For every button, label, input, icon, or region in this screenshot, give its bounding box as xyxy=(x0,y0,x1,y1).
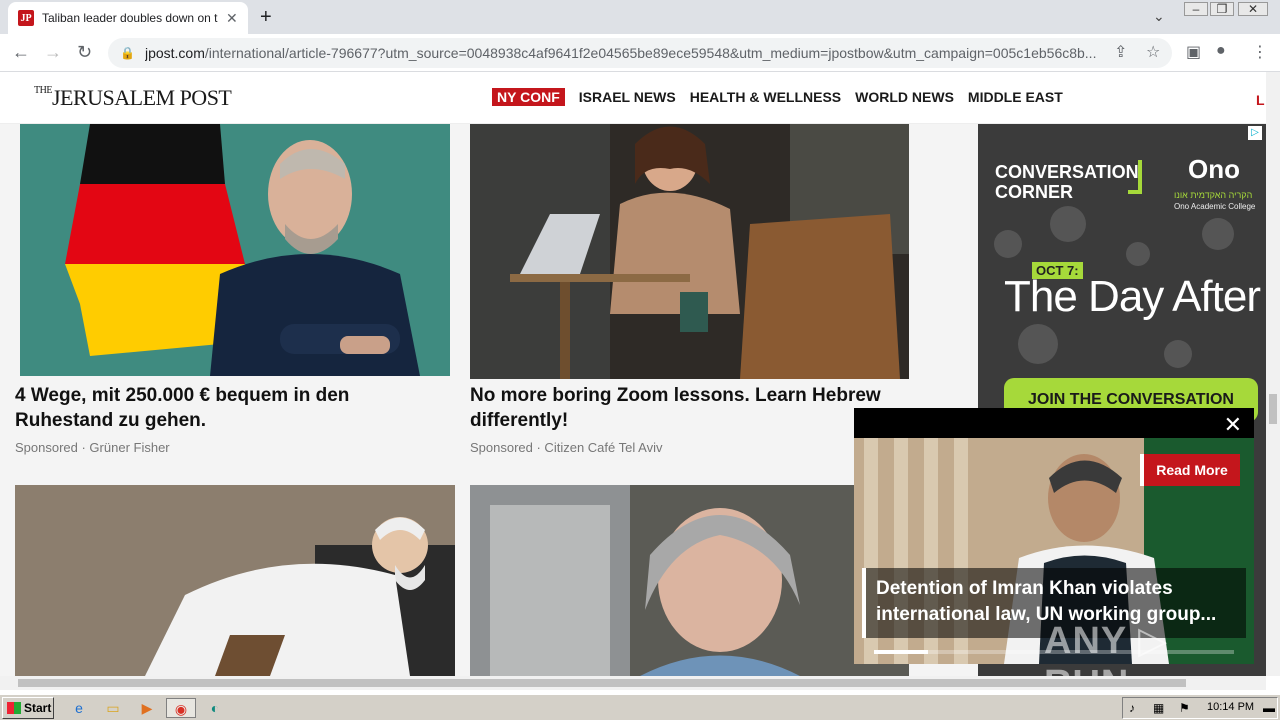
network-icon[interactable]: ▦ xyxy=(1153,701,1164,715)
horizontal-scrollbar[interactable] xyxy=(0,676,1266,690)
url-path: /international/article-796677?utm_source… xyxy=(204,45,1097,61)
new-tab-button[interactable]: + xyxy=(260,6,272,29)
nav-item-ny-conf[interactable]: NY CONF xyxy=(492,88,565,106)
main-nav: NY CONF ISRAEL NEWS HEALTH & WELLNESS WO… xyxy=(492,88,1063,106)
old-woman-illustration xyxy=(470,485,909,676)
close-window-icon[interactable]: ✕ xyxy=(1238,2,1268,16)
vertical-scrollbar-thumb[interactable] xyxy=(1269,394,1277,424)
ad-conv-line2: CORNER xyxy=(995,182,1074,202)
video-progress-fill xyxy=(874,650,928,654)
ono-hebrew-subtitle: הקריה האקדמית אונו xyxy=(1174,190,1253,200)
chrome-taskbar-icon[interactable]: ◉ xyxy=(166,698,196,718)
edge-icon[interactable]: ◐ xyxy=(204,698,226,718)
vertical-scrollbar[interactable] xyxy=(1266,72,1280,676)
share-icon[interactable]: ⇪ xyxy=(1114,42,1127,62)
card-meta-2[interactable]: Sponsored · Citizen Café Tel Aviv xyxy=(470,440,662,455)
anyrun-watermark: ANY ▷ RUN xyxy=(1044,620,1169,705)
floating-video-player[interactable]: ✕ Read More Detention of Imran Khan viol… xyxy=(854,408,1254,705)
woman-laptop-illustration xyxy=(470,124,909,379)
old-man-illustration xyxy=(15,485,455,676)
start-button[interactable]: Start xyxy=(2,697,54,719)
video-close-icon[interactable]: ✕ xyxy=(1224,412,1242,438)
nav-item-health-wellness[interactable]: HEALTH & WELLNESS xyxy=(690,89,841,105)
nav-item-israel-news[interactable]: ISRAEL NEWS xyxy=(579,89,676,105)
windows-logo-icon xyxy=(7,702,21,714)
ono-logo: Ono xyxy=(1188,154,1240,184)
site-logo[interactable]: THEJERUSALEM POST xyxy=(34,85,232,111)
nav-item-partial[interactable]: L xyxy=(1256,92,1265,108)
flag-notification-icon[interactable]: ⚑ xyxy=(1179,701,1190,715)
browser-tab-bar: JP Taliban leader doubles down on treat … xyxy=(0,0,1280,34)
forward-icon[interactable]: → xyxy=(44,42,62,63)
minimize-window-icon[interactable]: – xyxy=(1184,2,1208,16)
ad-conv-line1: CONVERSATION xyxy=(995,162,1139,182)
ad-headline: The Day After xyxy=(1004,272,1261,321)
logo-name: JERUSALEM POST xyxy=(51,85,232,110)
address-bar[interactable]: 🔒 jpost.com/international/article-796677… xyxy=(108,38,1172,68)
germany-map-illustration xyxy=(20,124,450,376)
ad-conversation-corner-text: CONVERSATION CORNER xyxy=(995,162,1139,202)
browser-toolbar: ← → ↻ 🔒 jpost.com/international/article-… xyxy=(0,34,1280,72)
profile-icon[interactable]: ● xyxy=(1216,42,1226,60)
jpost-favicon-icon: JP xyxy=(18,10,34,26)
start-label: Start xyxy=(24,701,52,715)
card-image-germany[interactable] xyxy=(20,124,450,376)
site-header: THEJERUSALEM POST NY CONF ISRAEL NEWS HE… xyxy=(0,72,1266,124)
tab-title: Taliban leader doubles down on treat xyxy=(42,11,218,25)
logo-the: THE xyxy=(34,85,52,96)
horizontal-scrollbar-thumb[interactable] xyxy=(18,679,1186,687)
card-image-hebrew[interactable] xyxy=(470,124,909,379)
back-icon[interactable]: ← xyxy=(12,42,30,63)
card-image-old-man[interactable] xyxy=(15,485,455,676)
file-explorer-icon[interactable]: ▭ xyxy=(102,698,124,718)
url-text[interactable]: jpost.com/international/article-796677?u… xyxy=(145,45,1105,61)
card-meta-1[interactable]: Sponsored · Grüner Fisher xyxy=(15,440,170,455)
url-host: jpost.com xyxy=(144,45,205,61)
show-desktop-icon[interactable]: ▬ xyxy=(1263,701,1275,715)
browser-tab[interactable]: JP Taliban leader doubles down on treat … xyxy=(8,2,248,34)
menu-icon[interactable]: ⋮ xyxy=(1252,42,1268,62)
windows-taskbar: Start e ▭ ▶ ◉ ◐ ♪ ▦ ⚑ 10:14 PM ▬ xyxy=(0,694,1280,720)
lock-icon[interactable]: 🔒 xyxy=(120,46,135,60)
read-more-button[interactable]: Read More xyxy=(1140,454,1240,486)
tab-search-chevron-icon[interactable]: ⌄ xyxy=(1153,8,1165,25)
volume-icon[interactable]: ♪ xyxy=(1129,701,1135,715)
reload-icon[interactable]: ↻ xyxy=(77,42,92,63)
card-title-2[interactable]: No more boring Zoom lessons. Learn Hebre… xyxy=(470,383,909,433)
tab-close-icon[interactable]: ✕ xyxy=(226,10,238,27)
star-icon[interactable]: ☆ xyxy=(1146,42,1160,62)
card-title-1[interactable]: 4 Wege, mit 250.000 € bequem in den Ruhe… xyxy=(15,383,445,433)
internet-explorer-icon[interactable]: e xyxy=(68,698,90,718)
ad-corner-bracket xyxy=(1128,160,1142,194)
nav-item-world-news[interactable]: WORLD NEWS xyxy=(855,89,954,105)
ad-info-icon[interactable]: ▷ xyxy=(1248,126,1262,140)
sidebar-icon[interactable]: ▣ xyxy=(1186,42,1201,62)
nav-item-middle-east[interactable]: MIDDLE EAST xyxy=(968,89,1063,105)
ono-english-subtitle: Ono Academic College xyxy=(1174,202,1256,211)
system-tray: ♪ ▦ ⚑ 10:14 PM ▬ xyxy=(1122,697,1278,719)
restore-window-icon[interactable]: ❐ xyxy=(1210,2,1234,16)
media-player-icon[interactable]: ▶ xyxy=(136,698,158,718)
card-image-old-woman[interactable] xyxy=(470,485,909,676)
taskbar-clock: 10:14 PM xyxy=(1207,701,1255,713)
